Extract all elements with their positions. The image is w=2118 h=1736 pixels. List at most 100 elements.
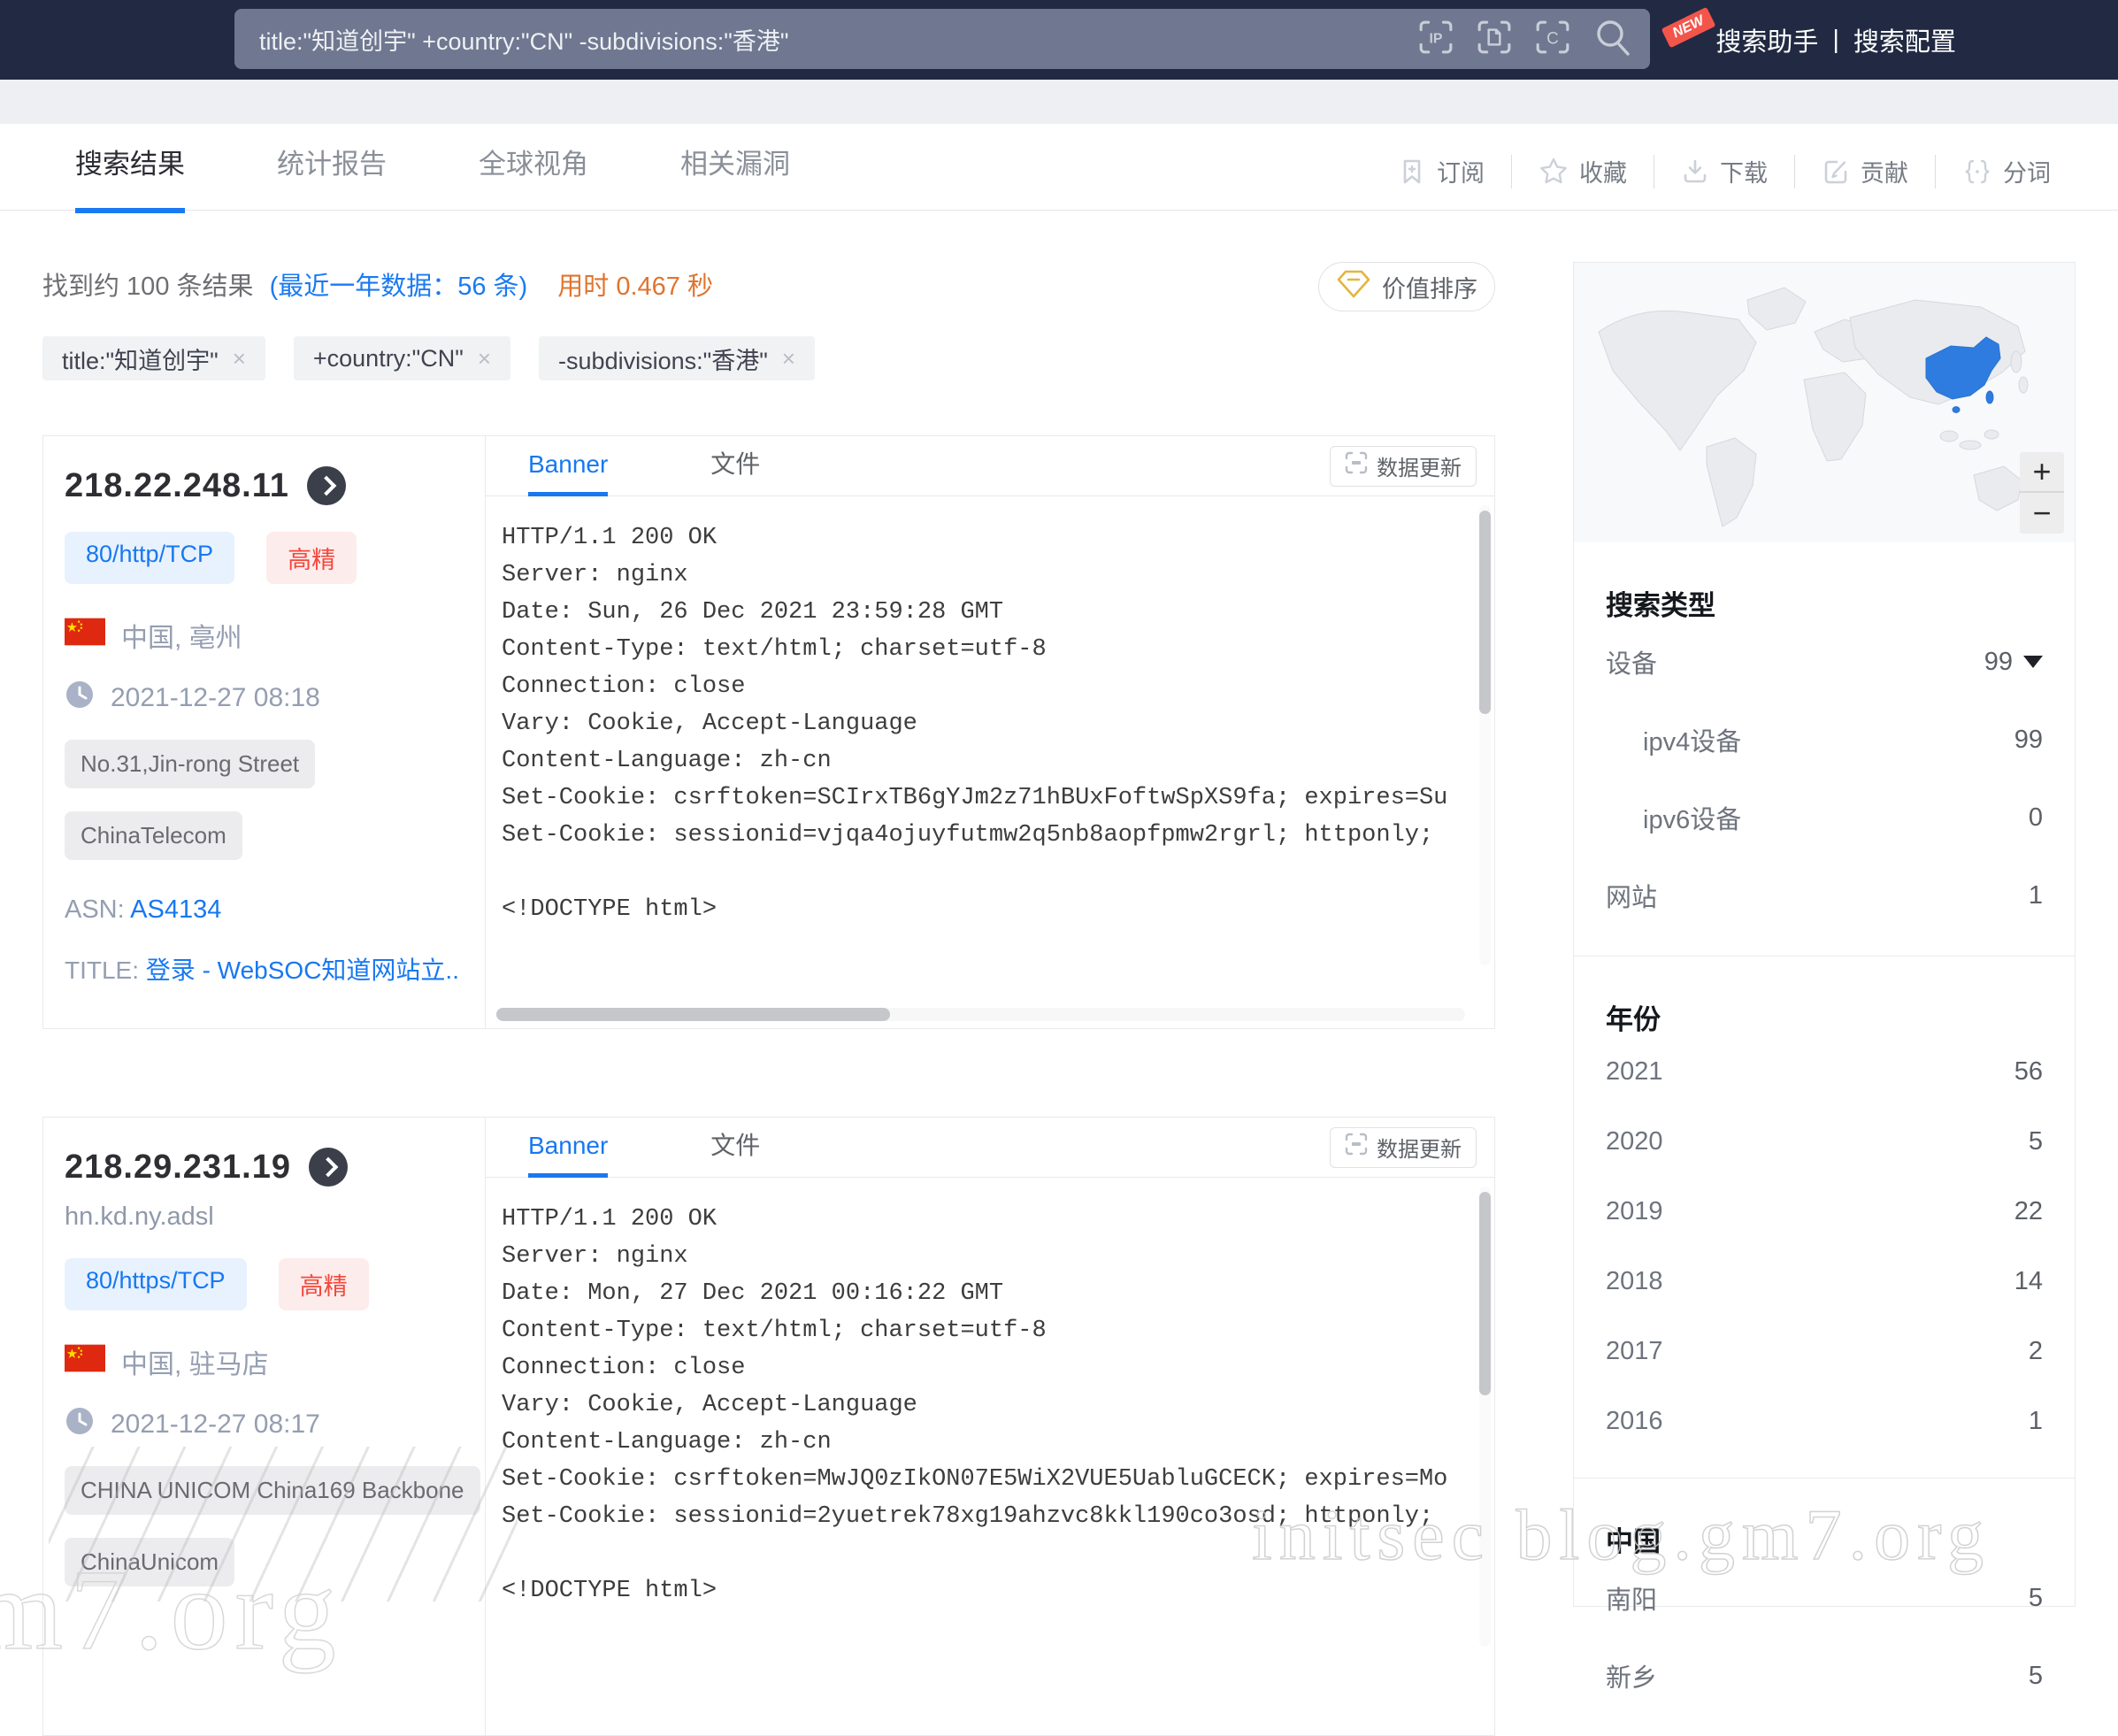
search-assistant-link[interactable]: 搜索助手: [1715, 21, 1818, 58]
search-config-link[interactable]: 搜索配置: [1853, 21, 1956, 58]
facet-title-search-type: 搜索类型: [1606, 542, 2043, 623]
facet-row-2020[interactable]: 2020 5: [1606, 1107, 2043, 1177]
search-icon[interactable]: [1593, 17, 1634, 62]
new-badge: NEW: [1661, 7, 1716, 49]
facet-row-2016[interactable]: 2016 1: [1606, 1386, 2043, 1456]
query-time: 用时 0.467 秒: [557, 273, 713, 301]
data-update-button[interactable]: 数据更新: [1330, 446, 1477, 487]
zoom-in-button[interactable]: +: [2020, 452, 2064, 493]
result-count: 找到约 100 条结果: [42, 273, 254, 301]
tab-search-results[interactable]: 搜索结果: [75, 142, 185, 213]
close-icon[interactable]: ×: [782, 345, 795, 373]
facet-row-2017[interactable]: 2017 2: [1606, 1317, 2043, 1386]
contribute-button[interactable]: 贡献: [1795, 154, 1935, 188]
scan-time: 2021-12-27 08:18: [111, 683, 320, 713]
port-protocol-tag[interactable]: 80/http/TCP: [65, 532, 234, 584]
close-icon[interactable]: ×: [478, 345, 491, 373]
open-detail-button[interactable]: [309, 1148, 348, 1187]
facet-row-device[interactable]: 设备 99: [1606, 623, 2043, 701]
location-text: 中国, 亳州: [121, 616, 242, 655]
download-icon: [1681, 157, 1709, 186]
facet-sidebar: + − 搜索类型 设备 99 ipv4设备 99 ipv6设备 0 网站 1 年…: [1573, 262, 2076, 1607]
braces-icon: [1962, 157, 1992, 187]
precision-tag: 高精: [279, 1258, 369, 1310]
search-bar[interactable]: title:"知道创宇" +country:"CN" -subdivisions…: [234, 9, 1650, 69]
tab-related-vulnerabilities[interactable]: 相关漏洞: [680, 142, 790, 213]
facet-row-2018[interactable]: 2018 14: [1606, 1247, 2043, 1317]
download-button[interactable]: 下载: [1654, 154, 1794, 188]
isp-tag[interactable]: ChinaUnicom: [65, 1538, 234, 1586]
nav-separator: |: [1832, 26, 1839, 55]
code-search-icon[interactable]: C: [1535, 19, 1570, 59]
facet-title-china: 中国: [1606, 1479, 2043, 1559]
filter-chip-subdivisions[interactable]: -subdivisions:"香港" ×: [539, 336, 815, 380]
zoom-out-button[interactable]: −: [2020, 493, 2064, 534]
tab-statistics-report[interactable]: 统计报告: [277, 142, 387, 213]
filter-chip-title[interactable]: title:"知道创宇" ×: [42, 336, 265, 380]
china-flag-icon: [65, 1344, 105, 1379]
facet-row-2021[interactable]: 2021 56: [1606, 1037, 2043, 1107]
facet-row-2019[interactable]: 2019 22: [1606, 1177, 2043, 1247]
svg-text:IP: IP: [1430, 31, 1443, 46]
tab-banner[interactable]: Banner: [528, 436, 608, 496]
tab-global-view[interactable]: 全球视角: [479, 142, 588, 213]
ip-address[interactable]: 218.22.248.11: [65, 467, 289, 505]
diamond-icon: [1336, 269, 1371, 305]
asn-link[interactable]: AS4134: [130, 895, 221, 924]
world-map[interactable]: + −: [1574, 263, 2075, 542]
value-sort-button[interactable]: 价值排序: [1318, 262, 1495, 311]
scan-time: 2021-12-27 08:17: [111, 1410, 320, 1440]
top-navbar: title:"知道创宇" +country:"CN" -subdivisions…: [0, 0, 2118, 80]
ip-address[interactable]: 218.29.231.19: [65, 1148, 291, 1187]
facet-title-year: 年份: [1606, 956, 2043, 1037]
clock-icon: [65, 1406, 95, 1443]
data-update-button[interactable]: 数据更新: [1330, 1127, 1477, 1168]
hostname: hn.kd.ny.adsl: [65, 1202, 460, 1232]
star-icon: [1539, 157, 1569, 187]
results-summary: 找到约 100 条结果 (最近一年数据：56 条) 用时 0.467 秒: [42, 265, 713, 303]
facet-row-ipv4[interactable]: ipv4设备 99: [1606, 701, 2043, 779]
file-search-icon[interactable]: [1477, 19, 1512, 59]
http-banner: HTTP/1.1 200 OK Server: nginx Date: Sun,…: [486, 496, 1494, 965]
facet-row-xinxiang[interactable]: 新乡 5: [1606, 1637, 2043, 1715]
refresh-frame-icon: [1345, 1133, 1368, 1162]
recent-year-count[interactable]: (最近一年数据：56 条): [270, 273, 528, 301]
result-tabs: 搜索结果 统计报告 全球视角 相关漏洞: [75, 142, 790, 213]
scrollbar-thumb[interactable]: [1479, 511, 1491, 714]
favorite-button[interactable]: 收藏: [1512, 154, 1654, 188]
result-card: 218.22.248.11 80/http/TCP 高精 中国, 亳州 2021…: [42, 435, 1495, 1029]
horizontal-scrollbar[interactable]: [496, 1008, 1465, 1021]
asn-label: ASN:: [65, 895, 125, 924]
host-info-panel: 218.22.248.11 80/http/TCP 高精 中国, 亳州 2021…: [43, 436, 486, 1028]
title-label: TITLE:: [65, 956, 139, 984]
search-input[interactable]: title:"知道创宇" +country:"CN" -subdivisions…: [259, 22, 1418, 57]
sub-header-strip: [0, 80, 2118, 124]
bookmark-plus-icon: [1398, 157, 1426, 186]
vertical-scrollbar[interactable]: [1479, 505, 1491, 965]
chevron-down-icon[interactable]: [2023, 656, 2043, 668]
org-tag[interactable]: No.31,Jin-rong Street: [65, 740, 315, 788]
scrollbar-thumb[interactable]: [1479, 1192, 1491, 1395]
ip-search-icon[interactable]: IP: [1418, 19, 1454, 59]
isp-tag[interactable]: ChinaTelecom: [65, 811, 242, 860]
port-protocol-tag[interactable]: 80/https/TCP: [65, 1258, 247, 1310]
facet-row-website[interactable]: 网站 1: [1606, 856, 2043, 934]
subscribe-button[interactable]: 订阅: [1371, 154, 1511, 188]
svg-text:C: C: [1546, 29, 1559, 48]
refresh-frame-icon: [1345, 451, 1368, 480]
org-tag[interactable]: CHINA UNICOM China169 Backbone: [65, 1466, 480, 1515]
filter-chip-country[interactable]: +country:"CN" ×: [294, 336, 510, 380]
tab-file[interactable]: 文件: [710, 1118, 760, 1178]
scrollbar-thumb[interactable]: [496, 1008, 890, 1021]
edit-square-icon: [1822, 157, 1850, 186]
vertical-scrollbar[interactable]: [1479, 1187, 1491, 1647]
open-detail-button[interactable]: [307, 466, 346, 505]
site-title-link[interactable]: 登录 - WebSOC知道网站立...: [146, 956, 460, 984]
tab-file[interactable]: 文件: [710, 436, 760, 496]
tokenize-button[interactable]: 分词: [1936, 154, 2077, 188]
facet-row-nanyang[interactable]: 南阳 5: [1606, 1559, 2043, 1637]
host-info-panel: 218.29.231.19 hn.kd.ny.adsl 80/https/TCP…: [43, 1118, 486, 1735]
close-icon[interactable]: ×: [233, 345, 246, 373]
tab-banner[interactable]: Banner: [528, 1118, 608, 1178]
facet-row-ipv6[interactable]: ipv6设备 0: [1606, 779, 2043, 856]
